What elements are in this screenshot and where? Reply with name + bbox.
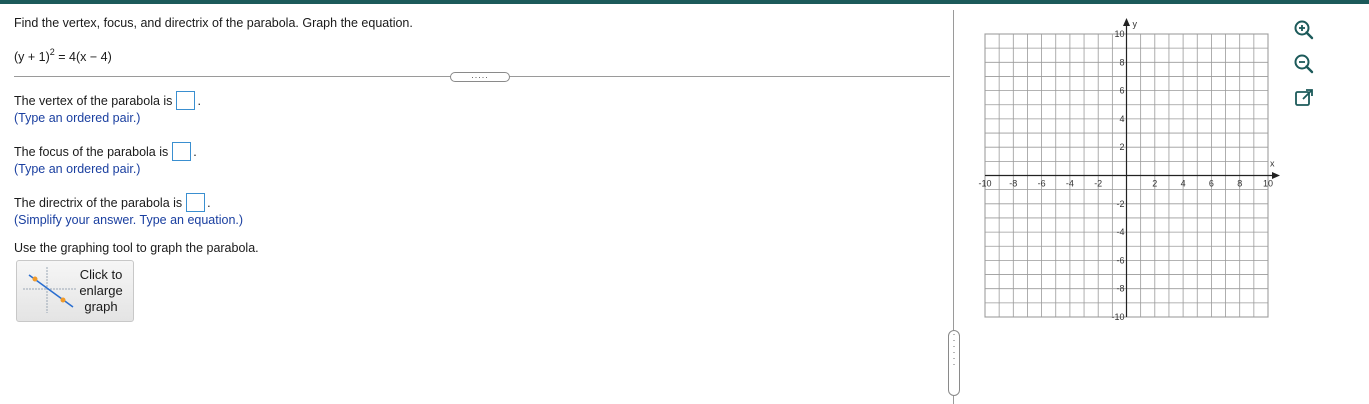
- graph-instruction: Use the graphing tool to graph the parab…: [14, 241, 259, 255]
- directrix-label: The directrix of the parabola is: [14, 195, 183, 210]
- zoom-in-icon[interactable]: [1292, 18, 1316, 42]
- zoom-out-icon[interactable]: [1292, 52, 1316, 76]
- x-axis-arrow: [1272, 172, 1280, 179]
- y-axis-label: y: [1133, 19, 1138, 29]
- x-tick-label: -6: [1038, 179, 1046, 189]
- y-axis-arrow: [1123, 18, 1130, 26]
- y-tick-label: 10: [1114, 29, 1124, 39]
- x-tick-label: 2: [1152, 179, 1157, 189]
- equation-right: = 4(x − 4): [54, 50, 112, 65]
- x-tick-label: -2: [1094, 179, 1102, 189]
- open-external-icon[interactable]: [1292, 86, 1316, 110]
- question-pane: Find the vertex, focus, and directrix of…: [0, 4, 952, 404]
- focus-line: The focus of the parabola is .: [14, 142, 197, 161]
- x-axis-label: x: [1270, 159, 1275, 169]
- pane-resize-handle-vertical[interactable]: · · · · · ·: [948, 330, 960, 396]
- focus-answer-input[interactable]: [172, 142, 192, 161]
- x-tick-label: -8: [1009, 179, 1017, 189]
- y-tick-label: 8: [1119, 57, 1124, 67]
- x-tick-label: 8: [1237, 179, 1242, 189]
- y-tick-label: -10: [1111, 312, 1124, 322]
- y-tick-label: 4: [1119, 114, 1124, 124]
- y-tick-label: -8: [1116, 284, 1124, 294]
- coordinate-grid[interactable]: x y -10 -8 -6 -4 -2 2 4 6 8 10 10 8 6 4 2 -2 -4 -6 -8 -10: [975, 14, 1285, 324]
- directrix-answer-input[interactable]: [186, 193, 206, 212]
- focus-hint: (Type an ordered pair.): [14, 162, 141, 176]
- question-equation: (y + 1)2 = 4(x − 4): [14, 47, 112, 65]
- pane-resize-handle-horizontal[interactable]: .....: [450, 71, 510, 82]
- equation-left: (y + 1): [14, 50, 50, 65]
- x-tick-label: -4: [1066, 179, 1074, 189]
- y-tick-label: -4: [1116, 227, 1124, 237]
- vertex-label: The vertex of the parabola is: [14, 93, 173, 108]
- vertex-answer-input[interactable]: [176, 91, 196, 110]
- x-tick-label: 4: [1181, 179, 1186, 189]
- enlarge-graph-label: Click to enlarge graph: [79, 267, 123, 314]
- question-prompt: Find the vertex, focus, and directrix of…: [14, 16, 413, 30]
- x-tick-label: 6: [1209, 179, 1214, 189]
- x-tick-label: -10: [978, 179, 991, 189]
- vertex-hint: (Type an ordered pair.): [14, 111, 141, 125]
- directrix-hint: (Simplify your answer. Type an equation.…: [14, 213, 244, 227]
- enlarge-graph-button[interactable]: Click to enlarge graph: [16, 260, 134, 322]
- y-tick-label: 2: [1119, 142, 1124, 152]
- vertex-line: The vertex of the parabola is .: [14, 91, 201, 110]
- graph-thumbnail-icon: [23, 267, 77, 313]
- y-tick-label: -2: [1116, 199, 1124, 209]
- directrix-line: The directrix of the parabola is .: [14, 193, 211, 212]
- y-tick-label: -6: [1116, 255, 1124, 265]
- equation-exponent: 2: [49, 47, 55, 57]
- focus-label: The focus of the parabola is: [14, 144, 169, 159]
- x-tick-label: 10: [1263, 179, 1273, 189]
- y-tick-label: 6: [1119, 86, 1124, 96]
